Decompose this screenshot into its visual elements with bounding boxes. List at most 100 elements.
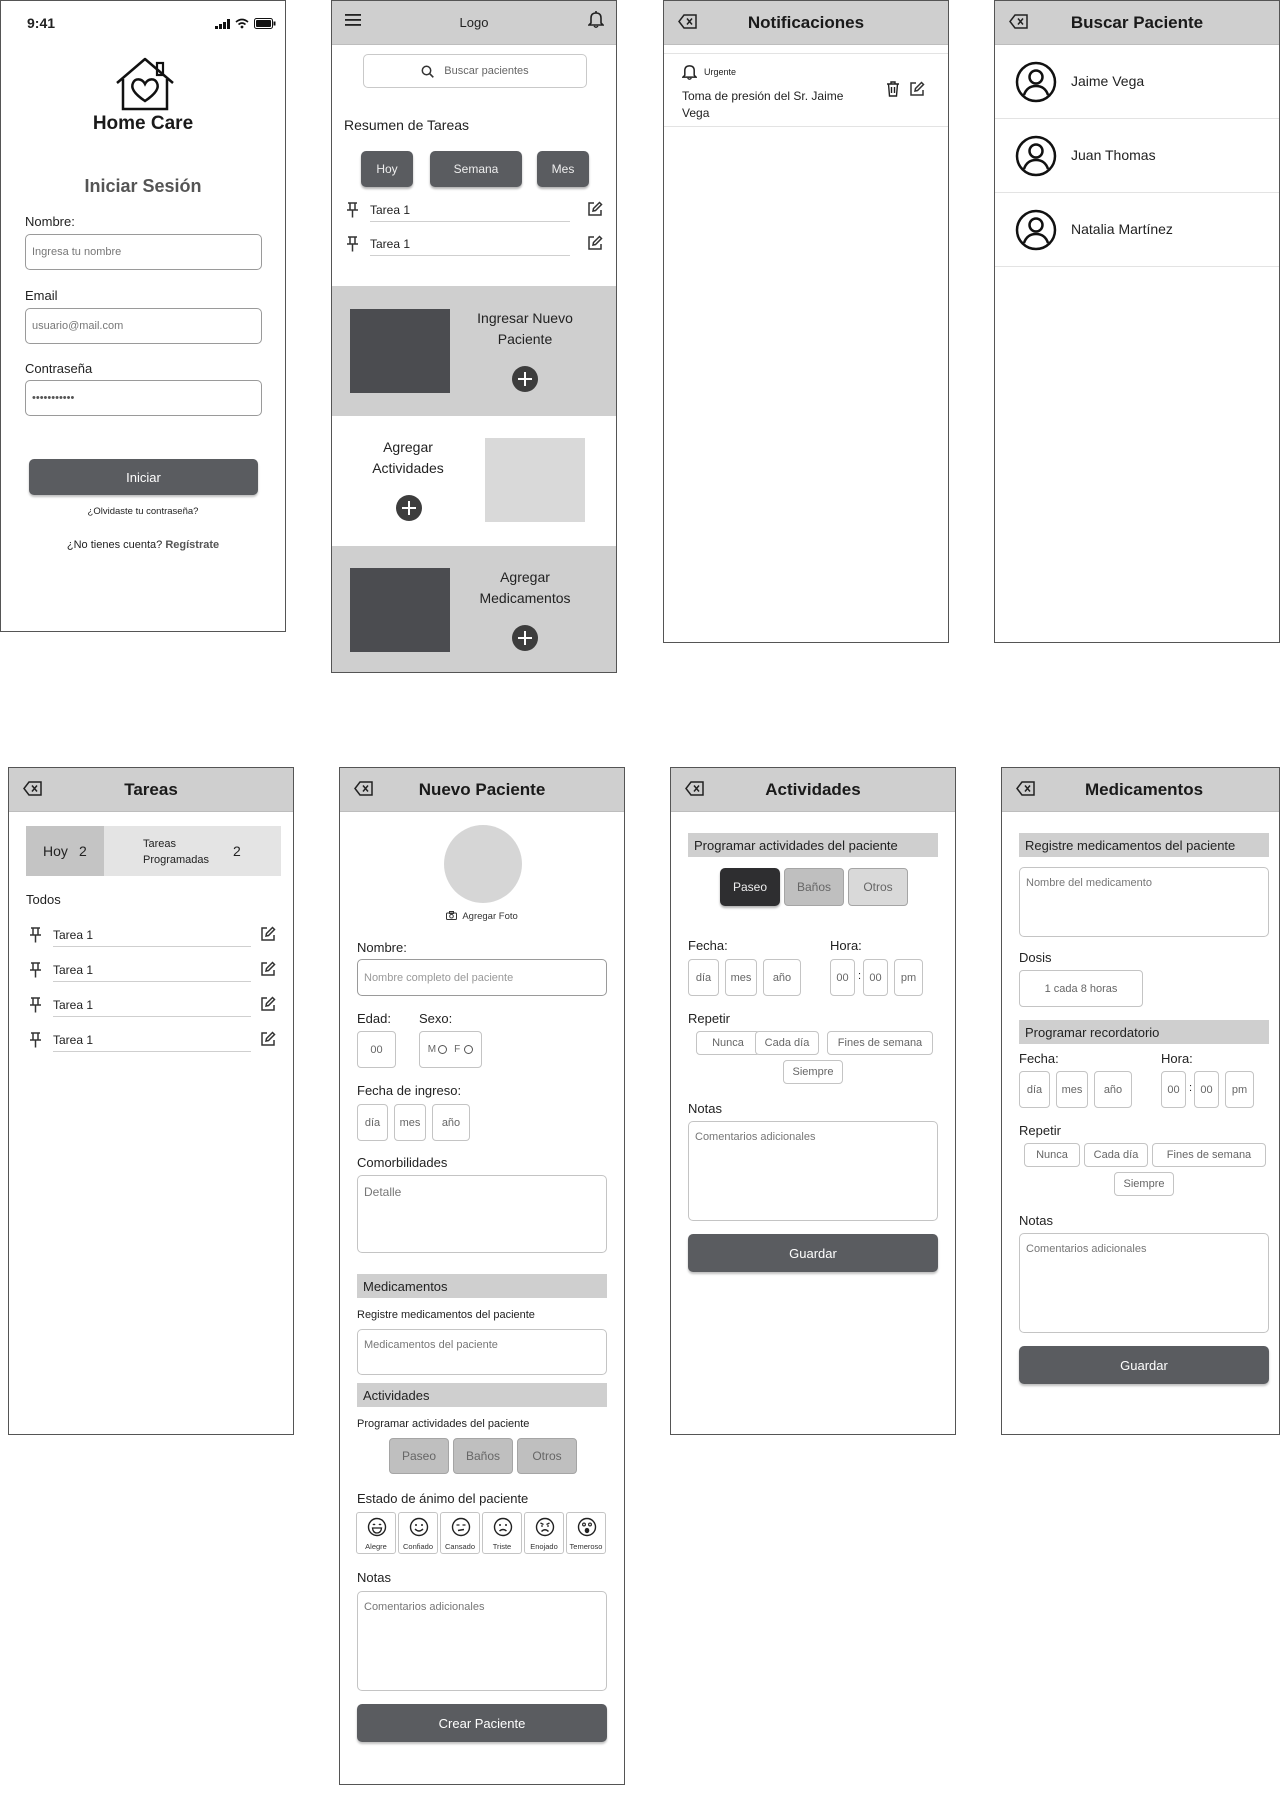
repeat-weekends[interactable]: Fines de semana <box>827 1031 933 1055</box>
mood-fearful[interactable]: Temeroso <box>566 1512 606 1554</box>
admission-day[interactable]: día <box>357 1104 388 1141</box>
save-button[interactable]: Guardar <box>688 1234 938 1272</box>
sex-selector[interactable]: M F <box>419 1031 482 1068</box>
add-medications-card[interactable]: Agregar Medicamentos <box>332 546 616 672</box>
time-ampm[interactable]: pm <box>1225 1071 1254 1108</box>
tab-label: Tareas Programadas <box>143 838 210 866</box>
patient-item[interactable]: Jaime Vega <box>995 45 1279 119</box>
name-input[interactable]: Nombre completo del paciente <box>357 959 607 996</box>
brand-name: Home Care <box>92 113 194 134</box>
tab-today[interactable]: Hoy <box>361 151 413 187</box>
repeat-weekends[interactable]: Fines de semana <box>1152 1143 1266 1167</box>
tab-scheduled[interactable]: Tareas Programadas 2 <box>104 826 281 876</box>
trash-icon[interactable] <box>886 81 900 97</box>
mood-name: Temeroso <box>569 1542 603 1551</box>
task-row[interactable]: Tarea 1 <box>29 960 277 982</box>
page-title: Actividades <box>765 780 861 799</box>
date-month[interactable]: mes <box>1056 1071 1088 1108</box>
notes-input[interactable]: Comentarios adicionales <box>357 1591 607 1691</box>
tab-week[interactable]: Semana <box>430 151 522 187</box>
dose-input[interactable]: 1 cada 8 horas <box>1019 970 1143 1007</box>
task-row[interactable]: Tarea 1 <box>29 995 277 1017</box>
plus-icon[interactable] <box>512 625 538 651</box>
edit-icon[interactable] <box>260 926 276 942</box>
time-minute[interactable]: 00 <box>863 959 888 996</box>
create-patient-button[interactable]: Crear Paciente <box>357 1704 607 1742</box>
admission-year[interactable]: año <box>432 1104 470 1141</box>
activity-walk[interactable]: Paseo <box>720 868 780 906</box>
mood-tired[interactable]: Cansado <box>440 1512 480 1554</box>
activity-bath[interactable]: Baños <box>453 1438 513 1474</box>
password-input[interactable]: ••••••••••• <box>25 380 262 416</box>
search-input[interactable]: Buscar pacientes <box>363 54 587 88</box>
notes-label: Notas <box>1019 1213 1053 1228</box>
activities-screen: Actividades Programar actividades del pa… <box>670 767 956 1435</box>
status-time: 9:41 <box>27 15 56 31</box>
register-link[interactable]: Regístrate <box>165 539 219 551</box>
edit-icon[interactable] <box>260 996 276 1012</box>
add-activities-card[interactable]: Agregar Actividades <box>332 416 616 546</box>
time-hour[interactable]: 00 <box>830 959 855 996</box>
activity-other[interactable]: Otros <box>848 868 908 906</box>
edit-icon[interactable] <box>587 201 603 217</box>
repeat-always[interactable]: Siempre <box>1114 1172 1174 1196</box>
age-input[interactable]: 00 <box>357 1031 396 1068</box>
email-input[interactable]: usuario@mail.com <box>25 308 262 344</box>
new-patient-card[interactable]: Ingresar Nuevo Paciente <box>332 286 616 416</box>
repeat-always[interactable]: Siempre <box>783 1060 843 1084</box>
activity-bath[interactable]: Baños <box>784 868 844 906</box>
notification-item[interactable]: Urgente Toma de presión del Sr. Jaime Ve… <box>664 53 948 127</box>
activity-other[interactable]: Otros <box>517 1438 577 1474</box>
mood-sad[interactable]: Triste <box>482 1512 522 1554</box>
plus-icon[interactable] <box>396 495 422 521</box>
mood-confident[interactable]: Confiado <box>398 1512 438 1554</box>
time-ampm[interactable]: pm <box>894 959 923 996</box>
time-minute[interactable]: 00 <box>1194 1071 1219 1108</box>
edit-icon[interactable] <box>909 81 925 97</box>
repeat-daily[interactable]: Cada día <box>1084 1143 1148 1167</box>
task-row[interactable]: Tarea 1 <box>29 1030 277 1052</box>
edit-icon[interactable] <box>587 235 603 251</box>
comorbidities-input[interactable]: Detalle <box>357 1175 607 1253</box>
patient-item[interactable]: Juan Thomas <box>995 119 1279 193</box>
task-row[interactable]: Tarea 1 <box>29 925 277 947</box>
save-button[interactable]: Guardar <box>1019 1346 1269 1384</box>
date-day[interactable]: día <box>1019 1071 1050 1108</box>
date-month[interactable]: mes <box>725 959 757 996</box>
admission-month[interactable]: mes <box>394 1104 426 1141</box>
tab-today[interactable]: Hoy 2 <box>26 826 104 876</box>
sex-f-radio[interactable] <box>464 1045 474 1054</box>
forgot-password-link[interactable]: ¿Olvidaste tu contraseña? <box>1 506 285 517</box>
task-row[interactable]: Tarea 1 <box>346 234 606 256</box>
date-year[interactable]: año <box>1094 1071 1132 1108</box>
activity-walk[interactable]: Paseo <box>389 1438 449 1474</box>
mood-happy[interactable]: Alegre <box>356 1512 396 1554</box>
medication-name-input[interactable]: Nombre del medicamento <box>1019 867 1269 937</box>
patient-item[interactable]: Natalia Martínez <box>995 193 1279 267</box>
edit-icon[interactable] <box>260 1031 276 1047</box>
activities-header: Actividades <box>671 768 955 812</box>
mood-angry[interactable]: Enojado <box>524 1512 564 1554</box>
repeat-daily[interactable]: Cada día <box>755 1031 819 1055</box>
notes-input[interactable]: Comentarios adicionales <box>1019 1233 1269 1333</box>
add-photo-button[interactable]: Agregar Foto <box>340 911 624 922</box>
date-day[interactable]: día <box>688 959 719 996</box>
date-year[interactable]: año <box>763 959 801 996</box>
notes-input[interactable]: Comentarios adicionales <box>688 1121 938 1221</box>
task-row[interactable]: Tarea 1 <box>346 200 606 222</box>
edit-icon[interactable] <box>260 961 276 977</box>
login-button[interactable]: Iniciar <box>29 459 258 495</box>
repeat-never[interactable]: Nunca <box>696 1031 760 1055</box>
medications-screen: Medicamentos Registre medicamentos del p… <box>1001 767 1280 1435</box>
repeat-never[interactable]: Nunca <box>1024 1143 1080 1167</box>
bell-icon[interactable] <box>588 10 604 28</box>
plus-icon[interactable] <box>512 366 538 392</box>
sex-m-radio[interactable] <box>438 1045 448 1054</box>
medications-input[interactable]: Medicamentos del paciente <box>357 1329 607 1375</box>
tab-month[interactable]: Mes <box>537 151 589 187</box>
photo-placeholder[interactable] <box>444 825 522 903</box>
page-title: Iniciar Sesión <box>84 176 202 196</box>
search-header: Buscar Paciente <box>995 1 1279 45</box>
time-hour[interactable]: 00 <box>1161 1071 1186 1108</box>
name-input[interactable]: Ingresa tu nombre <box>25 234 262 270</box>
